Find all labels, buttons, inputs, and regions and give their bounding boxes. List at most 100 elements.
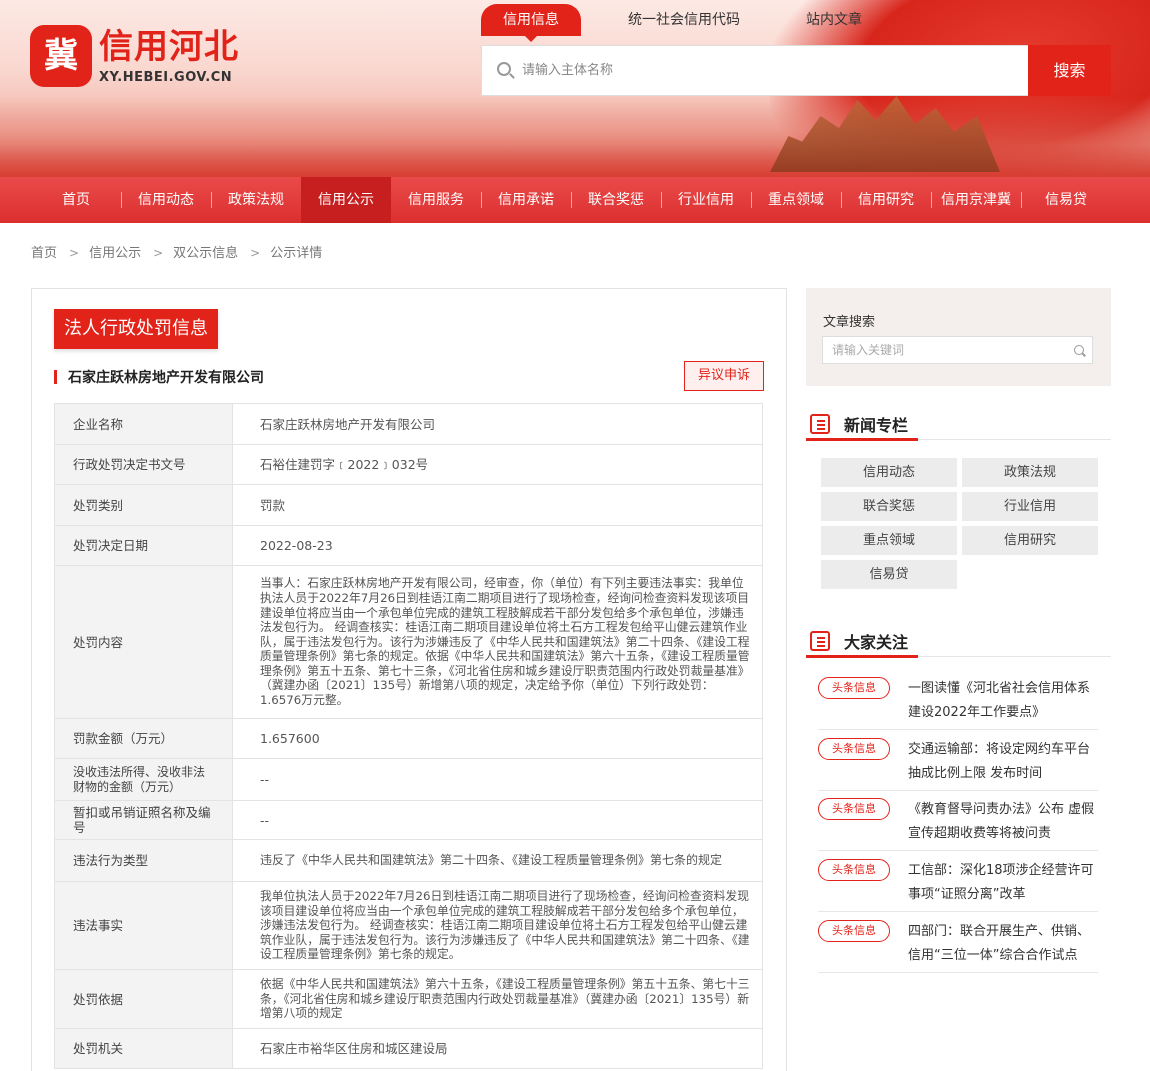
nav-item-key-areas[interactable]: 重点领域 bbox=[751, 177, 841, 223]
row-label: 罚款金额（万元） bbox=[54, 718, 233, 759]
news-tag[interactable]: 信易贷 bbox=[821, 560, 957, 589]
list-item[interactable]: 头条信息 工信部：深化18项涉企经营许可事项“证照分离”改革 bbox=[818, 852, 1098, 912]
table-row: 罚款金额（万元） 1.657600 bbox=[54, 718, 763, 759]
main-nav: 首页 信用动态 政策法规 信用公示 信用服务 信用承诺 联合奖惩 行业信用 重点… bbox=[0, 177, 1150, 223]
row-value: 石裕住建罚字﹝2022﹞032号 bbox=[232, 444, 763, 485]
news-tag[interactable]: 信用研究 bbox=[962, 526, 1098, 555]
row-label: 没收违法所得、没收非法财物的金额（万元） bbox=[54, 758, 233, 801]
hot-item-title[interactable]: 交通运输部：将设定网约车平台抽成比例上限 发布时间 bbox=[908, 738, 1100, 786]
site-logo-icon[interactable]: 冀 bbox=[30, 25, 92, 87]
row-label: 违法行为类型 bbox=[54, 839, 233, 882]
hot-item-title[interactable]: 一图读懂《河北省社会信用体系建设2022年工作要点》 bbox=[908, 677, 1100, 725]
chevron-right-icon: > bbox=[153, 246, 164, 260]
brand-name[interactable]: 信用河北 bbox=[99, 27, 239, 67]
table-row: 违法事实 我单位执法人员于2022年7月26日到桂语江南二期项目进行了现场检查，… bbox=[54, 881, 763, 970]
row-label: 处罚内容 bbox=[54, 565, 233, 719]
objection-button[interactable]: 异议申诉 bbox=[684, 361, 764, 391]
row-value: -- bbox=[232, 758, 763, 801]
nav-item-jingjinji[interactable]: 信用京津冀 bbox=[931, 177, 1021, 223]
row-label: 处罚决定日期 bbox=[54, 525, 233, 566]
nav-item-credit-publicity[interactable]: 信用公示 bbox=[301, 177, 391, 223]
table-row: 暂扣或吊销证照名称及编号 -- bbox=[54, 800, 763, 840]
breadcrumb-credit-publicity[interactable]: 信用公示 bbox=[89, 242, 141, 261]
nav-item-credit-loan[interactable]: 信易贷 bbox=[1021, 177, 1111, 223]
page-title: 法人行政处罚信息 bbox=[54, 309, 218, 349]
row-value: 我单位执法人员于2022年7月26日到桂语江南二期项目进行了现场检查，经询问检查… bbox=[232, 881, 763, 970]
list-item[interactable]: 头条信息 交通运输部：将设定网约车平台抽成比例上限 发布时间 bbox=[818, 731, 1098, 791]
news-tag[interactable]: 政策法规 bbox=[962, 458, 1098, 487]
search-icon bbox=[497, 62, 511, 76]
news-list-icon bbox=[810, 414, 830, 434]
nav-item-credit-research[interactable]: 信用研究 bbox=[841, 177, 931, 223]
list-item[interactable]: 头条信息 四部门：联合开展生产、供销、信用“三位一体”综合合作试点 bbox=[818, 913, 1098, 973]
table-row: 没收违法所得、没收非法财物的金额（万元） -- bbox=[54, 758, 763, 801]
row-label: 企业名称 bbox=[54, 403, 233, 445]
row-value: 依据《中华人民共和国建筑法》第六十五条，《建设工程质量管理条例》第五十五条、第七… bbox=[232, 969, 763, 1029]
row-label: 处罚机关 bbox=[54, 1028, 233, 1069]
article-search-box bbox=[822, 336, 1093, 364]
chevron-right-icon: > bbox=[250, 246, 261, 260]
row-value: 石家庄市裕华区住房和城区建设局 bbox=[232, 1028, 763, 1069]
headline-badge: 头条信息 bbox=[818, 738, 890, 760]
hot-column-title: 大家关注 bbox=[844, 633, 909, 652]
headline-badge: 头条信息 bbox=[818, 859, 890, 881]
search-tab-site-articles[interactable]: 站内文章 bbox=[806, 4, 862, 36]
hot-item-title[interactable]: 四部门：联合开展生产、供销、信用“三位一体”综合合作试点 bbox=[908, 920, 1100, 968]
row-value: 2022-08-23 bbox=[232, 525, 763, 566]
hot-column-header: 大家关注 bbox=[806, 627, 1111, 658]
table-row: 企业名称 石家庄跃林房地产开发有限公司 bbox=[54, 403, 763, 445]
article-search-panel: 文章搜索 bbox=[806, 288, 1111, 386]
news-column-header: 新闻专栏 bbox=[806, 410, 1111, 441]
nav-item-home[interactable]: 首页 bbox=[31, 177, 121, 223]
nav-item-credit-service[interactable]: 信用服务 bbox=[391, 177, 481, 223]
search-tab-credit-code[interactable]: 统一社会信用代码 bbox=[628, 4, 740, 36]
hot-item-title[interactable]: 工信部：深化18项涉企经营许可事项“证照分离”改革 bbox=[908, 859, 1100, 907]
row-value: 违反了《中华人民共和国建筑法》第二十四条、《建设工程质量管理条例》第七条的规定 bbox=[232, 839, 763, 882]
breadcrumb-current: 公示详情 bbox=[270, 246, 323, 261]
hot-item-title[interactable]: 《教育督导问责办法》公布 虚假宣传超期收费等将被问责 bbox=[908, 798, 1100, 846]
search-input[interactable] bbox=[522, 46, 1022, 95]
nav-item-industry-credit[interactable]: 行业信用 bbox=[661, 177, 751, 223]
row-value: 当事人：石家庄跃林房地产开发有限公司，经审查，你（单位）有下列主要违法事实：我单… bbox=[232, 565, 763, 719]
main-panel: 法人行政处罚信息 石家庄跃林房地产开发有限公司 异议申诉 企业名称 石家庄跃林房… bbox=[31, 288, 787, 1071]
table-row: 违法行为类型 违反了《中华人民共和国建筑法》第二十四条、《建设工程质量管理条例》… bbox=[54, 839, 763, 882]
row-value: 石家庄跃林房地产开发有限公司 bbox=[232, 403, 763, 445]
headline-badge: 头条信息 bbox=[818, 798, 890, 820]
chevron-right-icon: > bbox=[69, 246, 80, 260]
search-tab-credit-info[interactable]: 信用信息 bbox=[481, 4, 581, 42]
news-tag[interactable]: 信用动态 bbox=[821, 458, 957, 487]
list-item[interactable]: 头条信息 一图读懂《河北省社会信用体系建设2022年工作要点》 bbox=[818, 670, 1098, 730]
section-underline bbox=[806, 438, 918, 441]
table-row: 处罚依据 依据《中华人民共和国建筑法》第六十五条，《建设工程质量管理条例》第五十… bbox=[54, 969, 763, 1029]
headline-badge: 头条信息 bbox=[818, 677, 890, 699]
brand-url: XY.HEBEI.GOV.CN bbox=[99, 70, 233, 85]
article-search-label: 文章搜索 bbox=[823, 315, 876, 330]
nav-item-credit-promise[interactable]: 信用承诺 bbox=[481, 177, 571, 223]
list-item[interactable]: 头条信息 《教育督导问责办法》公布 虚假宣传超期收费等将被问责 bbox=[818, 791, 1098, 851]
row-value: 罚款 bbox=[232, 484, 763, 526]
company-name: 石家庄跃林房地产开发有限公司 bbox=[68, 370, 264, 386]
nav-item-credit-news[interactable]: 信用动态 bbox=[121, 177, 211, 223]
table-row: 行政处罚决定书文号 石裕住建罚字﹝2022﹞032号 bbox=[54, 444, 763, 485]
news-list-icon bbox=[810, 631, 830, 651]
news-tag[interactable]: 联合奖惩 bbox=[821, 492, 957, 521]
breadcrumb: 首页 > 信用公示 > 双公示信息 > 公示详情 bbox=[31, 242, 323, 261]
search-button[interactable]: 搜索 bbox=[1028, 45, 1111, 96]
breadcrumb-double-publicity[interactable]: 双公示信息 bbox=[173, 242, 238, 261]
company-marker bbox=[54, 370, 57, 384]
table-row: 处罚类别 罚款 bbox=[54, 484, 763, 526]
table-row: 处罚决定日期 2022-08-23 bbox=[54, 525, 763, 566]
news-tag[interactable]: 重点领域 bbox=[821, 526, 957, 555]
row-value: -- bbox=[232, 800, 763, 840]
breadcrumb-home[interactable]: 首页 bbox=[31, 242, 57, 261]
nav-item-policy[interactable]: 政策法规 bbox=[211, 177, 301, 223]
nav-item-joint-reward[interactable]: 联合奖惩 bbox=[571, 177, 661, 223]
penalty-info-table: 企业名称 石家庄跃林房地产开发有限公司 行政处罚决定书文号 石裕住建罚字﹝202… bbox=[54, 403, 763, 1069]
table-row: 处罚内容 当事人：石家庄跃林房地产开发有限公司，经审查，你（单位）有下列主要违法… bbox=[54, 565, 763, 719]
news-tag[interactable]: 行业信用 bbox=[962, 492, 1098, 521]
article-search-input[interactable] bbox=[832, 337, 1072, 363]
news-column-title: 新闻专栏 bbox=[844, 416, 909, 435]
row-label: 违法事实 bbox=[54, 881, 233, 970]
search-icon[interactable] bbox=[1074, 345, 1084, 355]
row-label: 处罚依据 bbox=[54, 969, 233, 1029]
